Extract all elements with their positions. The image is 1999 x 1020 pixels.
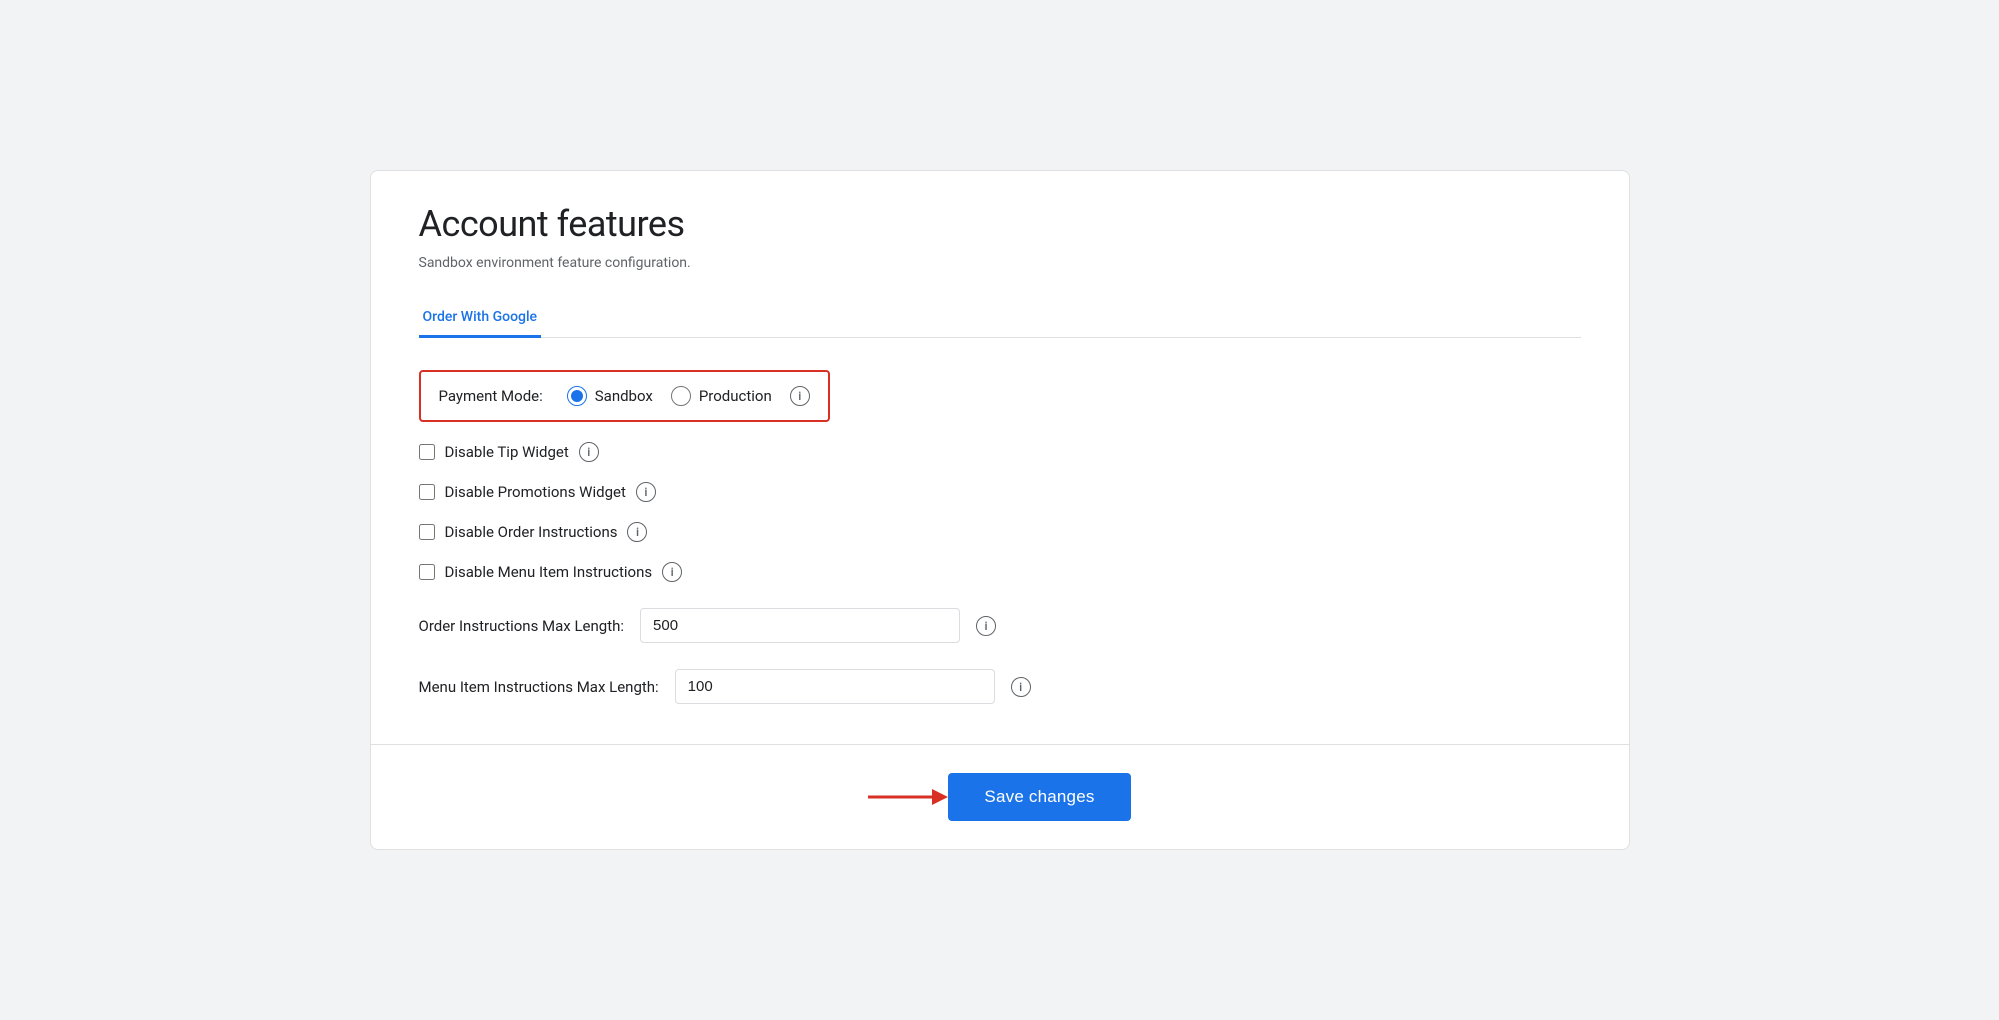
menu-item-instructions-max-label: Menu Item Instructions Max Length: xyxy=(419,678,659,696)
tabs-bar: Order With Google xyxy=(419,299,1581,338)
menu-item-instructions-max-input[interactable] xyxy=(675,669,995,704)
disable-menu-item-instructions-label: Disable Menu Item Instructions xyxy=(445,563,653,581)
order-instructions-max-info-icon[interactable]: i xyxy=(976,616,996,636)
page-subtitle: Sandbox environment feature configuratio… xyxy=(419,255,1581,271)
card-body: Account features Sandbox environment fea… xyxy=(371,171,1629,744)
sandbox-radio[interactable] xyxy=(567,386,587,406)
disable-promotions-row: Disable Promotions Widget i xyxy=(419,482,1581,502)
payment-mode-info-icon[interactable]: i xyxy=(790,386,810,406)
production-radio-option[interactable]: Production xyxy=(671,386,772,406)
menu-item-instructions-max-row: Menu Item Instructions Max Length: i xyxy=(419,669,1581,704)
save-arrow-icon xyxy=(868,785,948,809)
sandbox-label: Sandbox xyxy=(595,387,653,405)
production-radio[interactable] xyxy=(671,386,691,406)
card-footer: Save changes xyxy=(371,744,1629,849)
disable-promotions-checkbox[interactable] xyxy=(419,484,435,500)
form-section: Payment Mode: Sandbox Production i Disab… xyxy=(419,370,1581,704)
disable-tip-row: Disable Tip Widget i xyxy=(419,442,1581,462)
disable-order-instructions-checkbox[interactable] xyxy=(419,524,435,540)
disable-menu-item-instructions-checkbox[interactable] xyxy=(419,564,435,580)
disable-order-instructions-label: Disable Order Instructions xyxy=(445,523,618,541)
disable-menu-item-instructions-info-icon[interactable]: i xyxy=(662,562,682,582)
menu-item-instructions-max-info-icon[interactable]: i xyxy=(1011,677,1031,697)
payment-mode-row: Payment Mode: Sandbox Production i xyxy=(419,370,830,422)
disable-tip-info-icon[interactable]: i xyxy=(579,442,599,462)
arrow-container: Save changes xyxy=(868,773,1130,821)
save-changes-button[interactable]: Save changes xyxy=(948,773,1130,821)
payment-mode-label: Payment Mode: xyxy=(439,387,543,405)
account-features-card: Account features Sandbox environment fea… xyxy=(370,170,1630,850)
page-title: Account features xyxy=(419,203,1581,245)
disable-menu-item-instructions-row: Disable Menu Item Instructions i xyxy=(419,562,1581,582)
order-instructions-max-input[interactable] xyxy=(640,608,960,643)
disable-promotions-info-icon[interactable]: i xyxy=(636,482,656,502)
disable-promotions-label: Disable Promotions Widget xyxy=(445,483,626,501)
disable-tip-checkbox[interactable] xyxy=(419,444,435,460)
disable-order-instructions-row: Disable Order Instructions i xyxy=(419,522,1581,542)
production-label: Production xyxy=(699,387,772,405)
sandbox-radio-option[interactable]: Sandbox xyxy=(567,386,653,406)
disable-tip-label: Disable Tip Widget xyxy=(445,443,569,461)
tab-order-with-google[interactable]: Order With Google xyxy=(419,299,542,338)
disable-order-instructions-info-icon[interactable]: i xyxy=(627,522,647,542)
order-instructions-max-label: Order Instructions Max Length: xyxy=(419,617,625,635)
order-instructions-max-row: Order Instructions Max Length: i xyxy=(419,608,1581,643)
